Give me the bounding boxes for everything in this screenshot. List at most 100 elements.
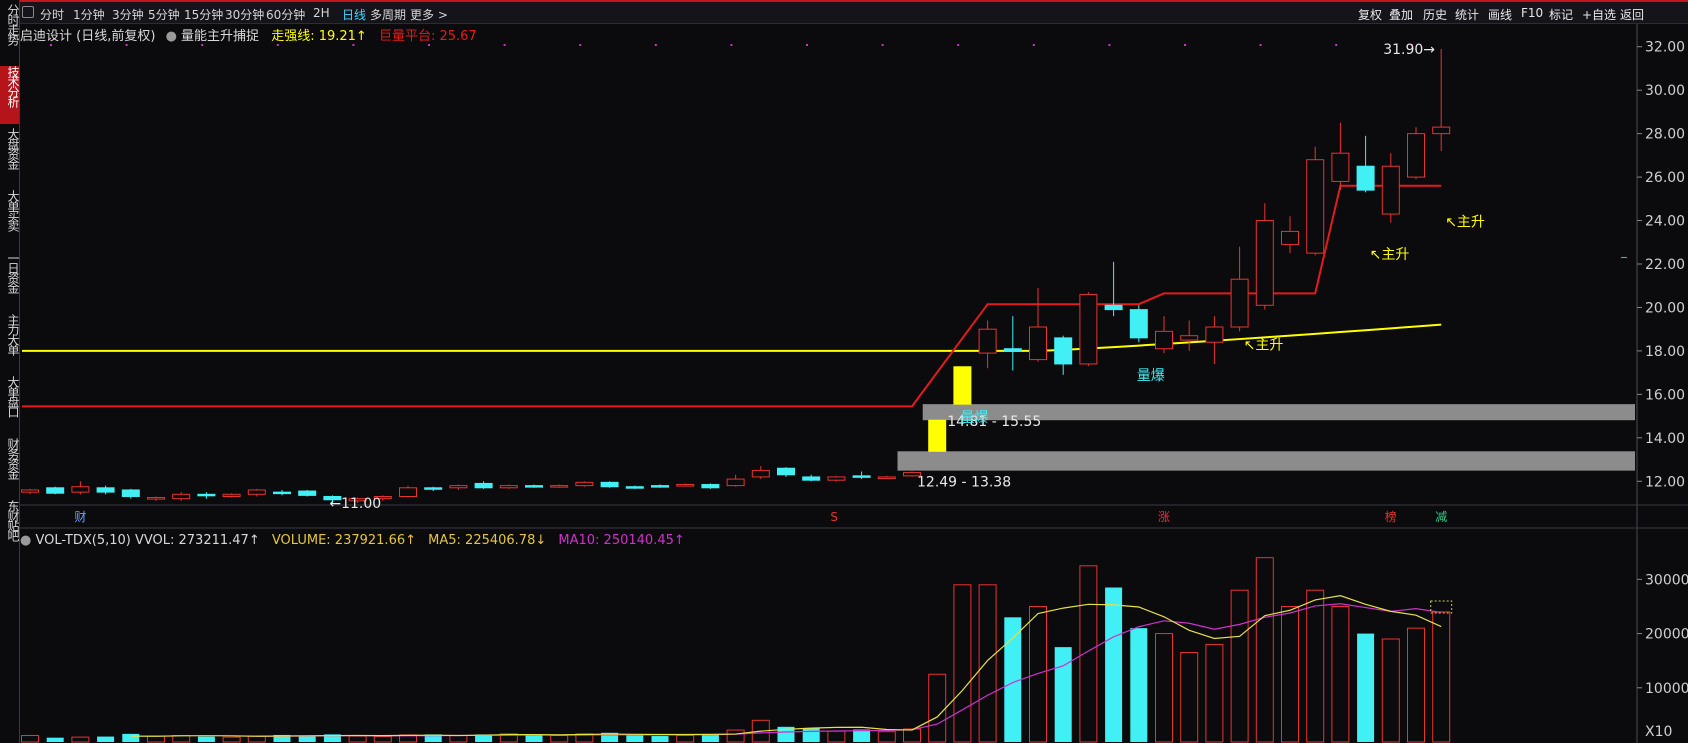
timeframe-tab-10[interactable]: 多周期 [370,6,406,23]
candle-body [449,485,468,489]
tool-button-7[interactable]: 标记 [1549,6,1573,23]
volume-bar [373,736,392,743]
volume-bar [46,737,64,742]
toolbar-collapse-icon[interactable] [22,6,34,18]
volume-bar [827,730,846,743]
candle-body [978,328,997,354]
main-rise-label: ↖主升 [1445,215,1485,231]
volume-tick-label: 30000 [1645,572,1688,588]
price-tick-label: 14.00 [1645,431,1685,447]
candle-body [751,469,770,478]
volume-bar [1004,617,1022,742]
price-tick-label: 26.00 [1645,170,1685,186]
nav-item-1[interactable]: 分时走势 [0,4,19,62]
volume-bar [853,729,871,742]
volume-bar [1281,605,1299,743]
tool-button-8[interactable]: +自选 [1582,6,1616,23]
timeframe-tab-5[interactable]: 15分钟 [184,6,223,23]
tool-button-4[interactable]: 统计 [1455,6,1479,23]
candle-body [474,482,493,489]
candle-body [600,481,619,488]
top-guide-dot [125,44,128,46]
top-guide-dot [1259,44,1262,46]
nav-item-5[interactable]: 一日资金 [0,252,19,310]
timeframe-tab-2[interactable]: 1分钟 [73,6,105,23]
candle-body [298,490,317,496]
volume-bar [1155,633,1173,743]
volume-bar [726,729,745,743]
top-guide-dot [201,44,204,46]
event-marker: 财 [74,510,86,524]
price-tick-label: 12.00 [1645,474,1685,490]
event-marker: 涨 [1158,509,1170,524]
kline-chart[interactable]: 12.00 14.00 16.00 18.00 20.00 22.00 24.00 26.00… [20,24,1688,743]
timeframe-tab-6[interactable]: 30分钟 [225,6,264,23]
high-price-label: 31.90→ [1383,42,1435,58]
nav-item-7[interactable]: 大单盘口 [0,376,19,434]
nav-item-8[interactable]: 财务资金 [0,438,19,496]
candle-body [852,475,871,478]
candle-body [247,489,266,495]
volume-burst-label: 量爆 [1137,368,1165,384]
volume-bar [197,736,215,742]
low-price-label: ←11.00 [329,496,381,512]
timeframe-tab-11[interactable]: 更多 > [410,6,448,23]
volume-bar [1432,611,1451,743]
price-tick-label: 18.00 [1645,344,1685,360]
volume-bar [550,734,569,743]
volume-bar [1205,643,1224,743]
top-guide-dot [806,44,808,46]
volume-bar [1331,605,1350,743]
volume-bar [626,734,644,742]
candle-body [1129,309,1148,339]
candle-body [1205,326,1224,343]
volume-bar [71,736,90,743]
candle-body [777,467,795,476]
price-tick-label: 22.00 [1645,257,1685,273]
top-guide-dot [428,44,430,46]
volume-bar [1105,587,1123,742]
volume-bar [1054,647,1072,742]
nav-item-2[interactable]: 技术分析 [0,66,19,124]
platform-line [22,184,1442,408]
volume-bar [651,736,669,742]
volume-bar [1130,628,1148,742]
nav-item-3[interactable]: 大盘资金 [0,128,19,186]
volume-bar [1180,652,1199,743]
price-tick-label: 30.00 [1645,83,1685,99]
volume-bar [147,735,165,743]
left-nav: 分时走势技术分析大盘资金大单买卖一日资金主力大单大单盘口财务资金东财贴吧 [0,0,20,743]
candle-body [1381,165,1400,215]
timeframe-tab-9[interactable]: 日线 [342,6,366,23]
candle-body [1054,337,1073,365]
price-tick-label: 28.00 [1645,127,1685,143]
event-marker: 减 [1435,510,1447,524]
volume-bar [348,735,367,743]
volume-bar [802,728,820,742]
candle-body [1029,326,1047,361]
candle-body [1180,335,1199,341]
tool-button-2[interactable]: 叠加 [1389,6,1413,23]
timeframe-tab-7[interactable]: 60分钟 [266,6,305,23]
strong-line [22,323,1442,352]
timeframe-tab-3[interactable]: 3分钟 [112,6,144,23]
nav-item-9[interactable]: 东财贴吧 [0,500,19,558]
toolbar: 分时 1分钟 3分钟 5分钟 15分钟 30分钟 60分钟 2H 日线 多周期 更多 > 复权 叠加历… [20,0,1688,24]
tool-button-6[interactable]: F10 [1521,6,1543,20]
top-guide-dot [654,44,657,46]
support-zone [897,451,1635,471]
top-guide-dot [352,44,355,46]
tool-button-3[interactable]: 历史 [1423,6,1447,23]
tool-button-9[interactable]: 返回 [1620,6,1644,23]
candle-body [424,487,443,490]
timeframe-tab-1[interactable]: 分时 [40,6,64,23]
nav-item-6[interactable]: 主力大单 [0,314,19,372]
nav-item-4[interactable]: 大单买卖 [0,190,19,248]
candle-body [651,485,669,488]
tool-button-5[interactable]: 画线 [1488,6,1512,23]
tool-button-1[interactable]: 复权 [1358,6,1382,23]
timeframe-tab-8[interactable]: 2H [313,6,330,20]
candle-body [172,493,191,500]
top-guide-dot [1108,44,1111,46]
timeframe-tab-4[interactable]: 5分钟 [148,6,180,23]
